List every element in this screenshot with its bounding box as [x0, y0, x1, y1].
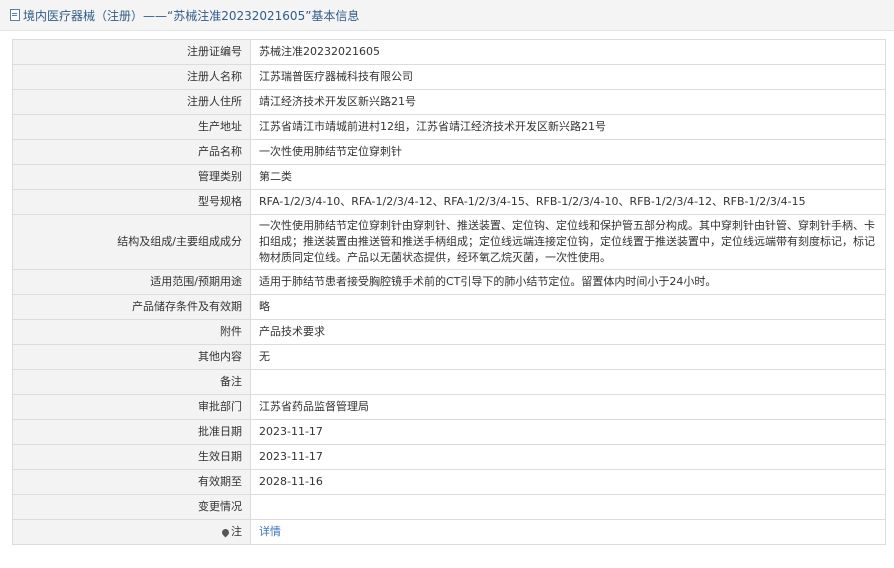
- row-label: 附件: [12, 319, 251, 345]
- row-value: 略: [250, 294, 886, 320]
- row-value: 一次性使用肺结节定位穿刺针: [250, 139, 886, 165]
- table-row: 结构及组成/主要组成成分 一次性使用肺结节定位穿刺针由穿刺针、推送装置、定位钩、定…: [12, 214, 886, 270]
- table-row: 附件 产品技术要求: [12, 319, 886, 345]
- row-value: 2023-11-17: [250, 419, 886, 445]
- row-label: 结构及组成/主要组成成分: [12, 214, 251, 270]
- row-value: 江苏瑞普医疗器械科技有限公司: [250, 64, 886, 90]
- row-label: 其他内容: [12, 344, 251, 370]
- row-label: 备注: [12, 369, 251, 395]
- row-label: 生产地址: [12, 114, 251, 140]
- table-row: 型号规格 RFA-1/2/3/4-10、RFA-1/2/3/4-12、RFA-1/…: [12, 189, 886, 215]
- page-title: 境内医疗器械（注册）——“苏械注准20232021605”基本信息: [23, 8, 360, 23]
- table-row: 生效日期 2023-11-17: [12, 444, 886, 470]
- page-header: 境内医疗器械（注册）——“苏械注准20232021605”基本信息: [0, 0, 894, 31]
- row-value: [250, 494, 886, 520]
- row-label: 适用范围/预期用途: [12, 269, 251, 295]
- table-row: 注册证编号 苏械注准20232021605: [12, 39, 886, 65]
- table-row: 注册人住所 靖江经济技术开发区新兴路21号: [12, 89, 886, 115]
- table-row: 变更情况: [12, 494, 886, 520]
- row-label: 产品名称: [12, 139, 251, 165]
- table-row: 管理类别 第二类: [12, 164, 886, 190]
- row-label: 产品储存条件及有效期: [12, 294, 251, 320]
- detail-table: 注册证编号 苏械注准20232021605 注册人名称 江苏瑞普医疗器械科技有限公司注…: [12, 39, 886, 545]
- pin-icon: [220, 527, 231, 537]
- table-row: 其他内容无: [12, 344, 886, 370]
- table-row: 产品名称 一次性使用肺结节定位穿刺针: [12, 139, 886, 165]
- row-value: RFA-1/2/3/4-10、RFA-1/2/3/4-12、RFA-1/2/3/…: [250, 189, 886, 215]
- row-value: 产品技术要求: [250, 319, 886, 345]
- row-value: 靖江经济技术开发区新兴路21号: [250, 89, 886, 115]
- row-label: 变更情况: [12, 494, 251, 520]
- row-value: [250, 369, 886, 395]
- row-value: 2028-11-16: [250, 469, 886, 495]
- row-value: 苏械注准20232021605: [250, 39, 886, 65]
- table-row: 产品储存条件及有效期略: [12, 294, 886, 320]
- row-label: 审批部门: [12, 394, 251, 420]
- row-value: 第二类: [250, 164, 886, 190]
- row-label: 注册人住所: [12, 89, 251, 115]
- details-link[interactable]: 详情: [259, 525, 281, 538]
- row-value: 无: [250, 344, 886, 370]
- table-row: 备注: [12, 369, 886, 395]
- row-value-note: 详情: [250, 519, 886, 545]
- row-label: 注册人名称: [12, 64, 251, 90]
- row-label: 注册证编号: [12, 39, 251, 65]
- row-label: 批准日期: [12, 419, 251, 445]
- table-row: 生产地址 江苏省靖江市靖城前进村12组，江苏省靖江经济技术开发区新兴路21号: [12, 114, 886, 140]
- table-row-note: 注 详情: [12, 519, 886, 545]
- row-value: 江苏省药品监督管理局: [250, 394, 886, 420]
- row-label: 管理类别: [12, 164, 251, 190]
- table-row: 注册人名称 江苏瑞普医疗器械科技有限公司: [12, 64, 886, 90]
- row-label: 有效期至: [12, 469, 251, 495]
- document-icon: [10, 9, 20, 21]
- row-value: 2023-11-17: [250, 444, 886, 470]
- row-value: 一次性使用肺结节定位穿刺针由穿刺针、推送装置、定位钩、定位线和保护管五部分构成。…: [250, 214, 886, 270]
- table-row: 适用范围/预期用途 适用于肺结节患者接受胸腔镜手术前的CT引导下的肺小结节定位。留…: [12, 269, 886, 295]
- row-value: 江苏省靖江市靖城前进村12组，江苏省靖江经济技术开发区新兴路21号: [250, 114, 886, 140]
- table-row: 批准日期 2023-11-17: [12, 419, 886, 445]
- row-value: 适用于肺结节患者接受胸腔镜手术前的CT引导下的肺小结节定位。留置体内时间小于24…: [250, 269, 886, 295]
- row-label: 生效日期: [12, 444, 251, 470]
- table-row: 有效期至 2028-11-16: [12, 469, 886, 495]
- row-label-note: 注: [12, 519, 251, 545]
- table-row: 审批部门 江苏省药品监督管理局: [12, 394, 886, 420]
- row-label: 型号规格: [12, 189, 251, 215]
